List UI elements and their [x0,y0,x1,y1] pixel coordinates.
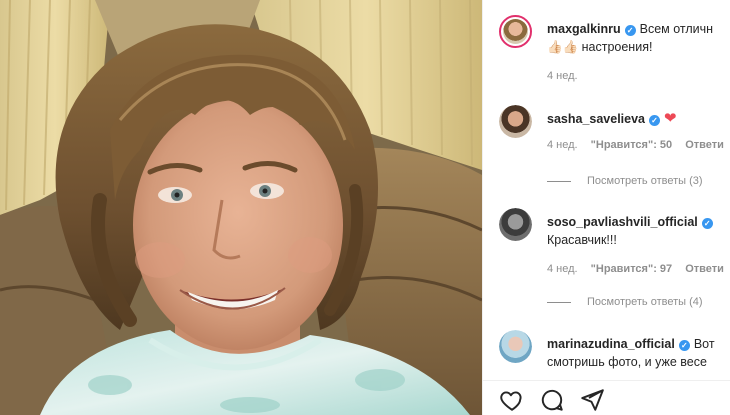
view-replies-button[interactable]: Посмотреть ответы (3) [547,175,703,187]
replies-divider [547,301,571,303]
verified-icon: ✓ [678,340,690,351]
caption-text-line1: Всем отличн [639,22,714,36]
share-icon[interactable] [579,387,605,413]
comment-text: Вот [693,337,715,351]
commenter-avatar[interactable] [499,105,532,138]
commenter-username[interactable]: soso_pavliashvili_official [547,215,698,229]
commenter-avatar[interactable] [499,330,532,363]
commenter-avatar[interactable] [499,208,532,241]
comment-likes[interactable]: "Нравится": 50 [591,139,672,151]
verified-icon: ✓ [624,25,636,36]
verified-icon: ✓ [701,218,713,229]
instagram-post: maxgalkinru ✓ Всем отличн 👍🏻👍🏻 настроения!… [0,0,730,415]
comment-text-line2: смотришь фото, и уже весе [547,355,707,369]
heart-emoji: ❤ [664,110,677,127]
view-replies-label: Посмотреть ответы (4) [587,296,703,308]
selfie-image [0,0,482,415]
reply-button[interactable]: Ответи [685,139,724,151]
caption-text-line2: настроения! [581,40,653,54]
comment-icon[interactable] [539,387,565,413]
comment-time[interactable]: 4 нед. [547,263,578,275]
caption-time[interactable]: 4 нед. [547,70,578,82]
comment-time[interactable]: 4 нед. [547,139,578,151]
heart-icon[interactable] [499,387,525,413]
comment-likes[interactable]: "Нравится": 97 [591,263,672,275]
action-bar [483,380,730,415]
commenter-username[interactable]: marinazudina_official [547,337,675,351]
comments-panel: maxgalkinru ✓ Всем отличн 👍🏻👍🏻 настроения!… [482,0,730,415]
post-photo[interactable] [0,0,482,415]
reply-button[interactable]: Ответи [685,263,724,275]
thumbs-up-emoji: 👍🏻👍🏻 [547,40,579,54]
author-username[interactable]: maxgalkinru [547,22,621,36]
view-replies-button[interactable]: Посмотреть ответы (4) [547,296,703,308]
commenter-username[interactable]: sasha_savelieva [547,112,645,126]
comment-text: Красавчик!!! [547,233,617,247]
view-replies-label: Посмотреть ответы (3) [587,175,703,187]
comments-scroll[interactable]: maxgalkinru ✓ Всем отличн 👍🏻👍🏻 настроения!… [483,0,730,380]
author-avatar[interactable] [499,15,532,48]
verified-icon: ✓ [649,115,661,126]
replies-divider [547,180,571,182]
